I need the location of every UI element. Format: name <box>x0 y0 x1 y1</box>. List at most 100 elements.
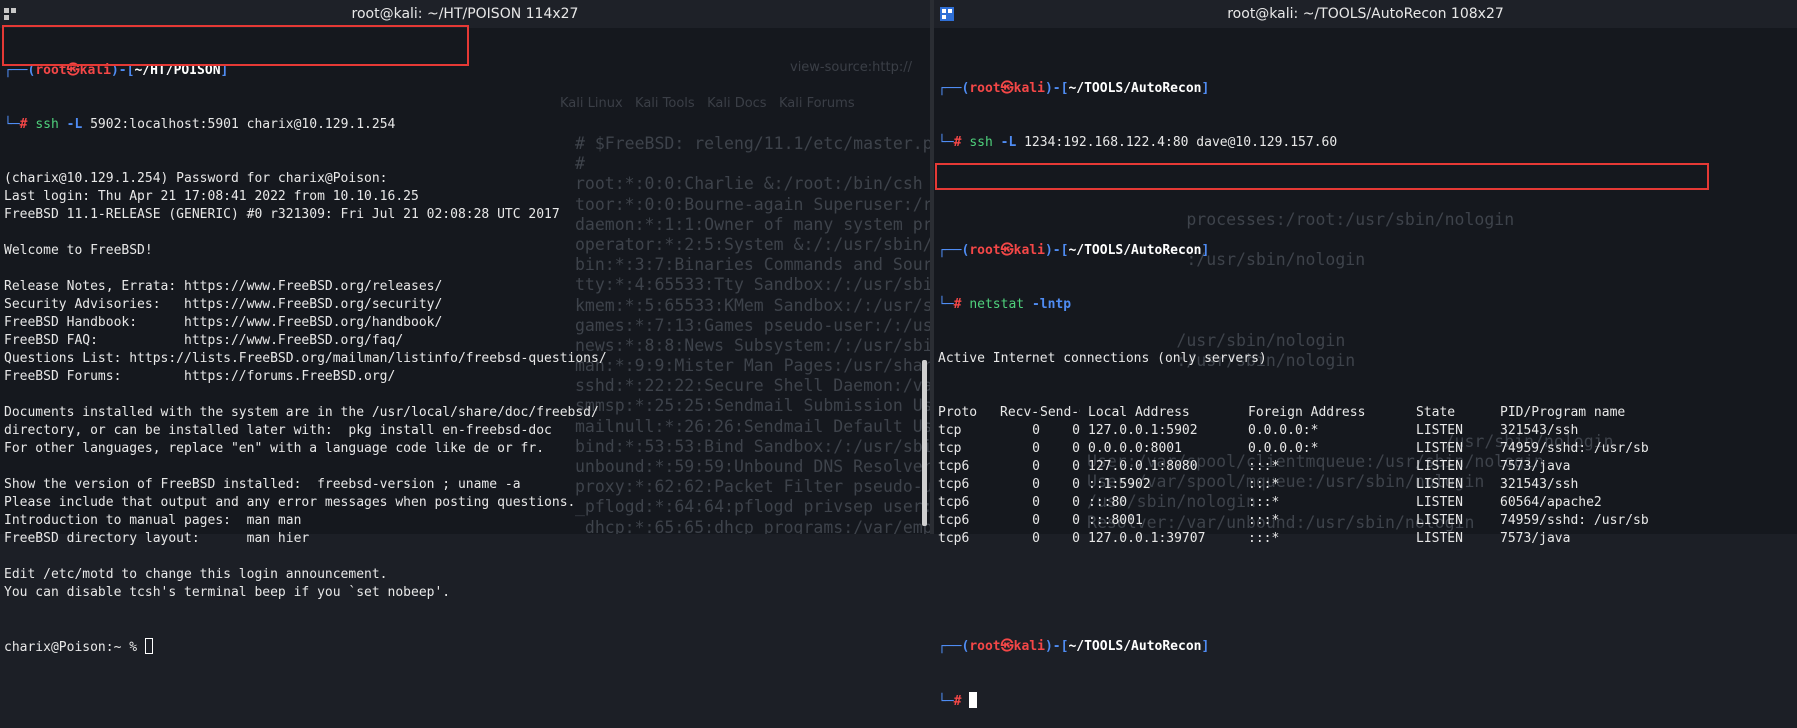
output-line: You can disable tcsh's terminal beep if … <box>4 585 451 600</box>
netstat-header-cell: Recv-Q <box>1000 405 1040 420</box>
left-title-bar[interactable]: root@kali: ~/HT/POISON 114x27 <box>0 0 930 28</box>
output-line: Questions List: https://lists.FreeBSD.or… <box>4 351 607 366</box>
netstat-cell: 321543/ssh <box>1500 423 1579 438</box>
netstat-cell: 0.0.0.0:* <box>1248 441 1319 456</box>
output-line: FreeBSD Handbook: https://www.FreeBSD.or… <box>4 315 443 330</box>
netstat-row: tcp6 0 0:::80:::* LISTEN 60564/apache2 <box>938 494 1670 512</box>
output-line: For other languages, replace "en" with a… <box>4 441 545 456</box>
netstat-cell: 60564/apache2 <box>1500 495 1602 510</box>
netstat-cell: 74959/sshd: /usr/sb <box>1500 441 1649 456</box>
netstat-cell: :::* <box>1248 495 1280 510</box>
background-window-text: # $FreeBSD: releng/11.1/etc/master.passw… <box>575 134 930 534</box>
prompt-line-command: └─# netstat -lntp <box>938 297 1072 312</box>
right-window-title: root@kali: ~/TOOLS/AutoRecon 108x27 <box>1227 6 1504 22</box>
output-line: FreeBSD directory layout: man hier <box>4 531 310 546</box>
right-terminal-output[interactable]: ┌──(root㉿kali)-[~/TOOLS/AutoRecon] └─# s… <box>938 44 1670 728</box>
background-text-line: toor:*:0:0:Bourne-again Superuser:/root: <box>575 194 930 214</box>
netstat-cell: :::* <box>1248 513 1280 528</box>
background-text-line: operator:*:2:5:System &:/:/usr/sbin/nolo… <box>575 234 930 254</box>
netstat-header-cell: Send-Q <box>1040 405 1080 420</box>
netstat-cell: 127.0.0.1:8080 <box>1088 459 1198 474</box>
netstat-cell: :::* <box>1248 531 1280 546</box>
output-line: Show the version of FreeBSD installed: f… <box>4 477 521 492</box>
background-text-line: _dhcp:*:65:65:dhcp programs:/var/empty:/… <box>575 517 930 534</box>
left-scrollbar[interactable] <box>922 360 927 526</box>
output-line: Edit /etc/motd to change this login anno… <box>4 567 388 582</box>
output-line: FreeBSD 11.1-RELEASE (GENERIC) #0 r32130… <box>4 207 560 222</box>
netstat-cell: LISTEN <box>1416 477 1463 492</box>
netstat-cell: 0 <box>1072 495 1080 510</box>
background-text-line: unbound:*:59:59:Unbound DNS Resolver:/va… <box>575 457 930 476</box>
background-text-line: daemon:*:1:1:Owner of many system proces… <box>575 214 930 234</box>
netstat-row: tcp6 0 0 127.0.0.1:39707:::* LISTEN 7573/java <box>938 530 1670 548</box>
background-text-line: tty:*:4:65533:Tty Sandbox:/:/usr/sbin/no… <box>575 275 930 295</box>
output-line: Release Notes, Errata: https://www.FreeB… <box>4 279 443 294</box>
netstat-header-row: Proto Recv-QSend-Q Local Address Foreign Ad… <box>938 404 1670 422</box>
output-line: Welcome to FreeBSD! <box>4 243 153 258</box>
netstat-cell: 0 <box>1032 495 1040 510</box>
netstat-header-cell: State <box>1416 405 1456 420</box>
output-line: (charix@10.129.1.254) Password for chari… <box>4 171 388 186</box>
netstat-header-cell: Foreign Address <box>1248 405 1366 420</box>
netstat-cell: 0 <box>1032 513 1040 528</box>
background-text-line: mailnull:*:26:26:Sendmail Default User:/… <box>575 416 930 436</box>
netstat-cell: tcp <box>938 441 962 456</box>
output-line: Introduction to manual pages: man man <box>4 513 302 528</box>
background-text-line: # $FreeBSD: releng/11.1/etc/master.passw… <box>575 134 930 153</box>
prompt-line-top: ┌──(root㉿kali)-[~/HT/POISON] <box>4 63 229 78</box>
right-title-bar[interactable]: root@kali: ~/TOOLS/AutoRecon 108x27 <box>934 0 1797 28</box>
netstat-header-cell: PID/Program name <box>1500 405 1626 420</box>
text-cursor <box>144 638 153 654</box>
left-terminal-output[interactable]: ┌──(root㉿kali)-[~/HT/POISON] └─# ssh -L … <box>4 26 607 674</box>
netstat-cell: :::8001 <box>1088 513 1143 528</box>
background-text-line: games:*:7:13:Games pseudo-user:/:/usr/sb… <box>575 315 930 335</box>
netstat-cell: 0.0.0.0:* <box>1248 423 1319 438</box>
netstat-row: tcp6 0 0:::8001:::* LISTEN 74959/sshd: /usr/… <box>938 512 1670 530</box>
netstat-cell: tcp6 <box>938 531 970 546</box>
netstat-cell: LISTEN <box>1416 513 1463 528</box>
background-text-line: smmsp:*:25:25:Sendmail Submission User:/… <box>575 396 930 416</box>
netstat-cell: 7573/java <box>1500 531 1571 546</box>
output-line: Please include that output and any error… <box>4 495 576 510</box>
output-line: Last login: Thu Apr 21 17:08:41 2022 fro… <box>4 189 419 204</box>
netstat-cell: 0.0.0.0:8001 <box>1088 441 1182 456</box>
netstat-cell: tcp6 <box>938 513 970 528</box>
terminal-menu-icon[interactable] <box>940 7 954 21</box>
netstat-cell: 0 <box>1032 459 1040 474</box>
netstat-cell: 0 <box>1072 477 1080 492</box>
netstat-row: tcp6 0 0::1:5902:::* LISTEN 321543/ssh <box>938 476 1670 494</box>
terminal-menu-icon[interactable] <box>4 8 16 20</box>
ssh-session-output: (charix@10.129.1.254) Password for chari… <box>4 170 607 602</box>
prompt-line-command[interactable]: └─# <box>938 692 1670 710</box>
output-line: FreeBSD FAQ: https://www.FreeBSD.org/faq… <box>4 333 404 348</box>
prompt-line-command: └─# ssh -L 1234:192.168.122.4:80 dave@10… <box>938 135 1338 150</box>
netstat-cell: LISTEN <box>1416 441 1463 456</box>
netstat-cell: 0 <box>1072 423 1080 438</box>
netstat-cell: 321543/ssh <box>1500 477 1579 492</box>
background-text-line: bin:*:3:7:Binaries Commands and Source:/… <box>575 255 930 275</box>
netstat-cell: 0 <box>1032 477 1040 492</box>
netstat-cell: 127.0.0.1:5902 <box>1088 423 1198 438</box>
netstat-cell: LISTEN <box>1416 495 1463 510</box>
netstat-cell: 0 <box>1032 531 1040 546</box>
netstat-cell: ::1:5902 <box>1088 477 1151 492</box>
netstat-cell: LISTEN <box>1416 531 1463 546</box>
netstat-header-cell: Proto <box>938 405 978 420</box>
prompt-line-command: └─# ssh -L 5902:localhost:5901 charix@10… <box>4 117 396 132</box>
netstat-cell: 0 <box>1072 513 1080 528</box>
netstat-cell: LISTEN <box>1416 459 1463 474</box>
shell-prompt-line[interactable]: charix@Poison:~ % <box>4 638 607 656</box>
netstat-row: tcp 0 0 0.0.0.0:8001 0.0.0.0:* LISTEN 74959/ss… <box>938 440 1670 458</box>
netstat-cell: tcp6 <box>938 477 970 492</box>
netstat-cell: :::* <box>1248 477 1280 492</box>
output-line: directory, or can be installed later wit… <box>4 423 552 438</box>
background-text-line: sshd:*:22:22:Secure Shell Daemon:/var/em… <box>575 376 930 396</box>
netstat-header-cell: Local Address <box>1088 405 1190 420</box>
netstat-cell: LISTEN <box>1416 423 1463 438</box>
background-text-line: # <box>575 154 585 174</box>
